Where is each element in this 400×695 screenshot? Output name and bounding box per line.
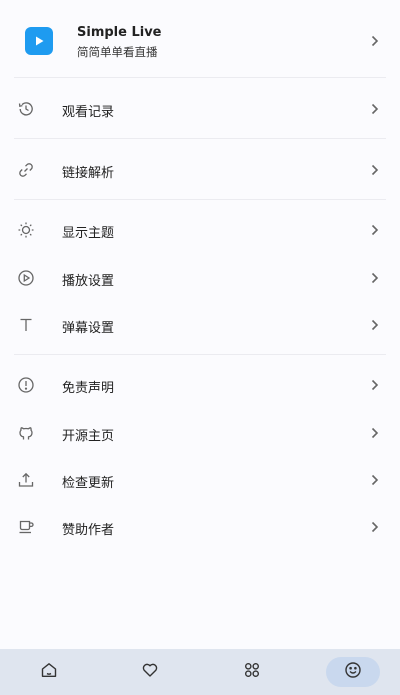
menu-item-label: 播放设置 [62,274,115,289]
chevron-right-icon [370,473,380,487]
heart-icon [141,661,159,683]
app-logo-icon [25,27,53,55]
menu-item-open-source[interactable]: 开源主页 [0,411,400,455]
app-subtitle: 简简单单看直播 [77,45,158,59]
home-icon [40,661,58,683]
menu-item-sponsor[interactable]: 赞助作者 [0,505,400,549]
menu-item-history[interactable]: 观看记录 [0,87,400,131]
chevron-right-icon [370,520,380,534]
bottom-navigation [0,649,400,695]
nav-follow[interactable] [123,657,177,687]
menu-item-label: 显示主题 [62,226,115,241]
menu-item-label: 免责声明 [62,381,115,396]
chevron-right-icon [370,223,380,237]
chevron-right-icon [370,34,380,48]
play-circle-icon [16,268,36,288]
app-info-row[interactable]: Simple Live 简简单单看直播 [0,0,400,78]
chevron-right-icon [370,426,380,440]
smile-icon [344,661,362,683]
nav-category[interactable] [225,657,279,687]
menu-item-check-update[interactable]: 检查更新 [0,458,400,502]
divider [14,354,386,355]
chevron-right-icon [370,271,380,285]
menu-item-theme[interactable]: 显示主题 [0,208,400,252]
text-icon [16,315,36,335]
alert-circle-icon [16,375,36,395]
divider [14,77,386,78]
sun-icon [16,220,36,240]
chevron-right-icon [370,378,380,392]
link-icon [16,160,36,180]
nav-home[interactable] [22,657,76,687]
menu-item-link-parse[interactable]: 链接解析 [0,148,400,192]
menu-item-label: 观看记录 [62,105,115,120]
history-icon [16,99,36,119]
menu-item-label: 链接解析 [62,166,115,181]
divider [14,138,386,139]
upload-icon [16,470,36,490]
chevron-right-icon [370,318,380,332]
menu-item-playback-settings[interactable]: 播放设置 [0,256,400,300]
nav-mine[interactable] [326,657,380,687]
github-icon [16,423,36,443]
menu-item-label: 检查更新 [62,476,115,491]
app-title: Simple Live [77,25,162,40]
menu-item-label: 赞助作者 [62,523,115,538]
divider [14,199,386,200]
settings-screen: Simple Live 简简单单看直播 观看记录 链接解析 显示主题 播放设置 … [0,0,400,695]
menu-item-label: 开源主页 [62,429,115,444]
menu-item-disclaimer[interactable]: 免责声明 [0,363,400,407]
chevron-right-icon [370,163,380,177]
menu-item-danmaku-settings[interactable]: 弹幕设置 [0,303,400,347]
category-icon [243,661,261,683]
coffee-icon [16,517,36,537]
menu-item-label: 弹幕设置 [62,321,115,336]
chevron-right-icon [370,102,380,116]
